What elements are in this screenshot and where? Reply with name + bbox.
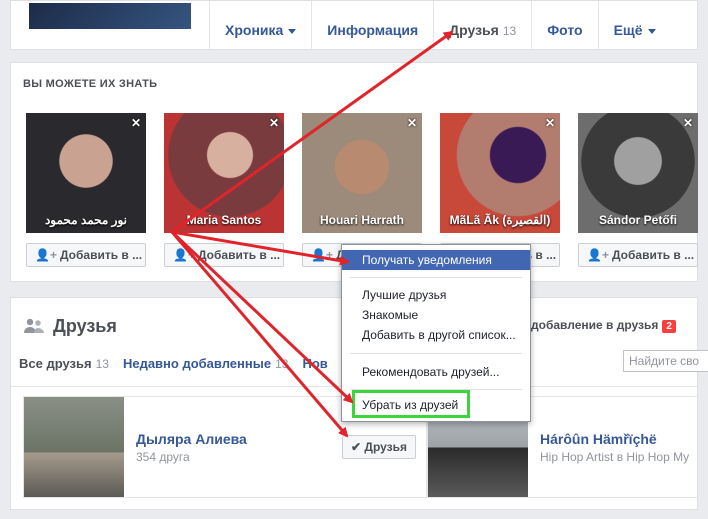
menu-item-get-notifications[interactable]: Получать уведомления — [342, 250, 530, 270]
suggestion-photo[interactable]: ✕ MãLã Ãk (القصيرة) — [440, 113, 560, 233]
add-person-icon: 👤+ — [311, 248, 333, 262]
add-friend-button[interactable]: 👤+Добавить в ... — [164, 243, 284, 267]
friend-mutual-count: 354 друга — [136, 450, 190, 464]
close-icon[interactable]: ✕ — [267, 116, 281, 130]
friend-requests-link[interactable]: добавление в друзья 2 — [531, 318, 676, 333]
menu-item-add-to-list[interactable]: Добавить в другой список... — [342, 325, 530, 345]
close-icon[interactable]: ✕ — [405, 116, 419, 130]
tab-all-friends[interactable]: Все друзья 13 — [19, 356, 109, 371]
checkmark-icon: ✔ — [351, 440, 365, 454]
menu-divider — [350, 353, 522, 354]
suggestion-card: ✕ Maria Santos 👤+ Добавить в ... — [164, 113, 284, 267]
suggestion-name[interactable]: MãLã Ãk (القصيرة) — [440, 213, 560, 227]
menu-item-suggest-friends[interactable]: Рекомендовать друзей... — [342, 362, 530, 382]
friends-status-button[interactable]: ✔ Друзья — [342, 435, 416, 459]
chevron-down-icon — [647, 28, 656, 34]
friend-work: Hip Hop Artist в Hip Hop My — [540, 450, 690, 464]
add-friend-button[interactable]: 👤+Добавить в ... — [578, 243, 698, 267]
suggestion-photo[interactable]: ✕ نور محمد محمود — [26, 113, 146, 233]
profile-nav: Хроника Информация Друзья 13 Фото Ещё — [10, 0, 698, 51]
section-title: ВЫ МОЖЕТЕ ИХ ЗНАТЬ — [23, 78, 158, 90]
menu-item-close-friends[interactable]: Лучшие друзья — [342, 285, 530, 305]
friend-name[interactable]: Hárôûn Hämřïçhë — [540, 431, 657, 447]
add-person-icon: 👤+ — [587, 248, 609, 262]
highlight-box — [352, 390, 470, 418]
friends-search-input[interactable]: Найдите сво — [623, 350, 708, 372]
tab-photos[interactable]: Фото — [531, 1, 597, 51]
add-person-icon: 👤+ — [173, 248, 195, 262]
close-icon[interactable]: ✕ — [543, 116, 557, 130]
suggestion-photo[interactable]: ✕ Maria Santos — [164, 113, 284, 233]
suggestion-name[interactable]: نور محمد محمود — [26, 213, 146, 227]
suggestion-photo[interactable]: ✕ Sándor Petőfi — [578, 113, 698, 233]
chevron-down-icon — [288, 28, 297, 34]
people-icon — [24, 318, 44, 333]
menu-item-acquaintances[interactable]: Знакомые — [342, 305, 530, 325]
tab-about[interactable]: Информация — [311, 1, 433, 51]
suggestion-name[interactable]: Sándor Petőfi — [578, 213, 698, 227]
friends-count: 13 — [502, 24, 517, 38]
add-person-icon: 👤+ — [35, 248, 57, 262]
tab-more[interactable]: Ещё — [597, 1, 671, 51]
tab-new[interactable]: Нов — [302, 356, 327, 371]
friend-photo[interactable] — [24, 397, 124, 497]
cover-photo-edge — [27, 1, 193, 31]
suggestion-name[interactable]: Houari Harrath — [302, 213, 422, 227]
menu-divider — [350, 277, 522, 278]
add-friend-button[interactable]: 👤+Добавить в ... — [26, 243, 146, 267]
close-icon[interactable]: ✕ — [129, 116, 143, 130]
friend-name[interactable]: Дыляра Алиева — [136, 431, 247, 447]
tab-timeline[interactable]: Хроника — [209, 1, 311, 51]
suggestion-photo[interactable]: ✕ Houari Harrath — [302, 113, 422, 233]
tab-recently-added[interactable]: Недавно добавленные 13 — [123, 356, 288, 371]
suggestion-name[interactable]: Maria Santos — [164, 213, 284, 227]
requests-badge: 2 — [662, 320, 676, 333]
suggestion-card: ✕ Sándor Petőfi 👤+ Добавить в ... — [578, 113, 698, 267]
tab-friends[interactable]: Друзья 13 — [433, 1, 531, 51]
close-icon[interactable]: ✕ — [681, 116, 695, 130]
friends-heading: Друзья — [23, 316, 117, 337]
suggestion-card: ✕ نور محمد محمود 👤+ Добавить в ... — [26, 113, 146, 267]
